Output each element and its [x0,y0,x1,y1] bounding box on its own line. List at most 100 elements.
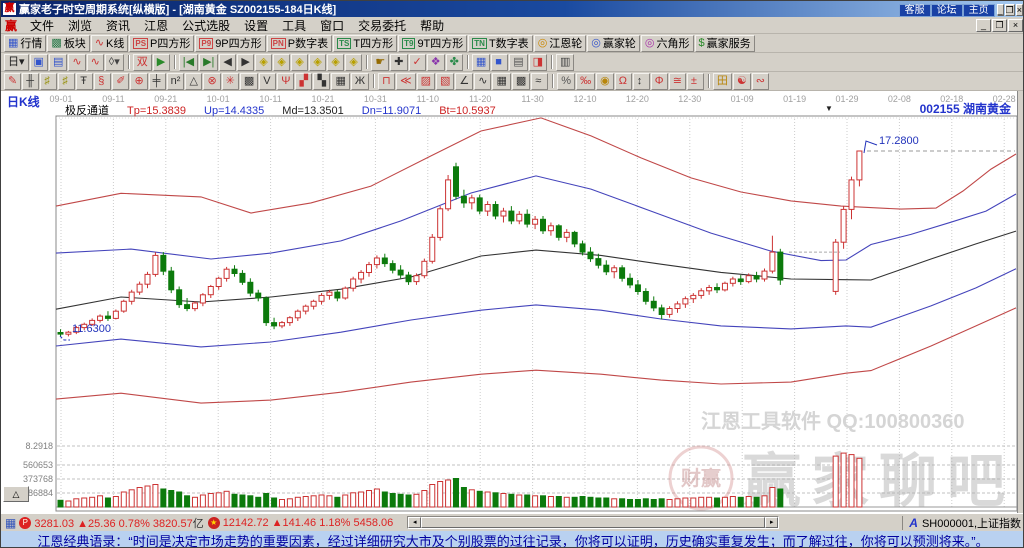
shenzhen-index-icon[interactable]: ★ [208,517,220,529]
boxfill-button[interactable]: ▨ [417,73,435,90]
mini-kline-button[interactable]: ∿ [68,54,85,71]
menu-news[interactable]: 资讯 [99,17,137,34]
circle-cross-button[interactable]: ⊕ [130,73,147,90]
zigzag-button[interactable]: Ж [351,73,369,90]
layout-button[interactable]: ▤ [49,54,67,71]
diamond-tool-6-button[interactable]: ◈ [345,54,362,71]
diamond-tool-3-button[interactable]: ◈ [291,54,308,71]
menu-settings[interactable]: 设置 [237,17,275,34]
9t-square-button[interactable]: T99T四方形 [398,35,467,52]
gann-fan-down-button[interactable]: ♯ [58,73,75,90]
shenzhen-index-quote[interactable]: 12142.72 ▲141.46 1.18% 5458.06 [223,517,394,529]
diamond-tool-2-button[interactable]: ◈ [273,54,290,71]
menu-trade[interactable]: 交易委托 [351,17,413,34]
menu-help[interactable]: 帮助 [413,17,451,34]
homepage-link[interactable]: 主页 [963,4,995,17]
fib-button[interactable]: Φ [651,73,668,90]
horizontal-scrollbar[interactable]: ◂ ▸ [407,516,779,529]
kline-chart[interactable]: 09-0109-1109-2110-0110-1110-2110-3111-10… [1,93,1024,513]
matrix-button[interactable]: ▦ [492,73,510,90]
diamond-tool-1-button[interactable]: ◈ [255,54,272,71]
current-index-label[interactable]: SH000001,上证指数 [922,515,1021,531]
infinity-button[interactable]: ∾ [752,73,769,90]
angle-button[interactable]: ∠ [455,73,473,90]
target-button[interactable]: ⊗ [203,73,220,90]
draw-pen-button[interactable]: ✎ [4,73,21,90]
yinyang-button[interactable]: ☯ [733,73,751,90]
scrollbar-thumb[interactable] [421,517,765,528]
support-link[interactable]: 客服 [899,4,931,17]
next-bar-button[interactable]: ▶ [237,54,254,71]
prev-bar-button[interactable]: ◀ [219,54,236,71]
wave-button[interactable]: ∿ [474,73,491,90]
crosshair-button[interactable]: ✚ [390,54,407,71]
shade1-button[interactable]: ▞ [295,73,312,90]
boxfill2-button[interactable]: ▧ [436,73,454,90]
menu-browse[interactable]: 浏览 [61,17,99,34]
kline-button[interactable]: ∿K线 [91,35,129,52]
fork-button[interactable]: Ψ [277,73,294,90]
net-button[interactable]: ▩ [240,73,258,90]
winner-service-button[interactable]: $赢家服务 [695,35,755,52]
analyze-button[interactable]: ✤ [446,54,463,71]
steps-button[interactable]: ≅ [669,73,686,90]
matrix2-button[interactable]: ▩ [512,73,530,90]
last-bar-button[interactable]: ▶| [199,54,218,71]
t-square-button[interactable]: TST四方形 [333,35,397,52]
gold-section-button[interactable]: Ω [615,73,632,90]
t-table-button[interactable]: TNT数字表 [468,35,532,52]
notebook-button[interactable]: ▤ [509,54,527,71]
starburst-button[interactable]: ✳ [222,73,239,90]
first-bar-button[interactable]: |◀ [179,54,198,71]
scroll-left-button[interactable]: ◂ [408,517,421,528]
9p-square-button[interactable]: P99P四方形 [195,35,265,52]
gann-wheel-button[interactable]: ◎江恩轮 [534,35,587,52]
save-disk-button[interactable]: ◨ [529,54,547,71]
mdi-close-button[interactable]: × [1008,19,1023,32]
diamond-tool-5-button[interactable]: ◈ [327,54,344,71]
angle-pen-button[interactable]: ✐ [112,73,129,90]
sector-button[interactable]: ▩板块 [47,35,89,52]
gold-grid-button[interactable]: 田 [713,73,732,90]
calendar-button[interactable]: ▦ [472,54,490,71]
double-k-button[interactable]: 双 [133,54,152,71]
forum-link[interactable]: 论坛 [931,4,963,17]
p-square-button[interactable]: PSP四方形 [129,35,194,52]
menu-window[interactable]: 窗口 [313,17,351,34]
expand-volume-button[interactable]: △ [3,486,29,502]
gann-fan-up-button[interactable]: ♯ [40,73,57,90]
stamp-button[interactable]: ❖ [427,54,445,71]
pan-hand-button[interactable]: ☛ [371,54,389,71]
menu-formula-pick[interactable]: 公式选股 [175,17,237,34]
select-button[interactable]: ✓ [409,54,426,71]
gann-grid-button[interactable]: ╫ [22,73,39,90]
minimize-button[interactable]: _ [997,4,1004,16]
shade2-button[interactable]: ▚ [313,73,330,90]
triangle-button[interactable]: △ [185,73,202,90]
scroll-right-button[interactable]: ▸ [765,517,778,528]
chart-mode-button[interactable]: ▣ [30,54,48,71]
cycle-arc-button[interactable]: § [94,73,111,90]
vee-button[interactable]: V [259,73,276,90]
mdi-minimize-button[interactable]: _ [976,19,991,32]
close-button[interactable]: × [1016,4,1023,16]
winner-wheel-button[interactable]: ◎赢家轮 [587,35,640,52]
shanghai-index-quote[interactable]: 3281.03 ▲25.36 0.78% 3820.57亿 [34,515,203,531]
diamond-tool-4-button[interactable]: ◈ [309,54,326,71]
hexagon-button[interactable]: ◎六角形 [641,35,694,52]
calculator-button[interactable]: ■ [491,54,508,71]
menu-gann[interactable]: 江恩 [137,17,175,34]
ladder-button[interactable]: ± [687,73,704,90]
channel-button[interactable]: ⊓ [378,73,395,90]
p-table-button[interactable]: PNP数字表 [267,35,332,52]
lines-button[interactable]: ≈ [531,73,548,90]
rays-button[interactable]: ≪ [396,73,416,90]
split-button[interactable]: ↕ [633,73,650,90]
time-ruler-button[interactable]: Ŧ [76,73,93,90]
mini-kline2-button[interactable]: ∿ [87,54,104,71]
menu-tools[interactable]: 工具 [275,17,313,34]
dense-grid-button[interactable]: ╪ [149,73,166,90]
period-day-button[interactable]: 日▾ [4,54,29,71]
gold-circle-button[interactable]: ◉ [596,73,614,90]
mdi-restore-button[interactable]: ❐ [992,19,1007,32]
